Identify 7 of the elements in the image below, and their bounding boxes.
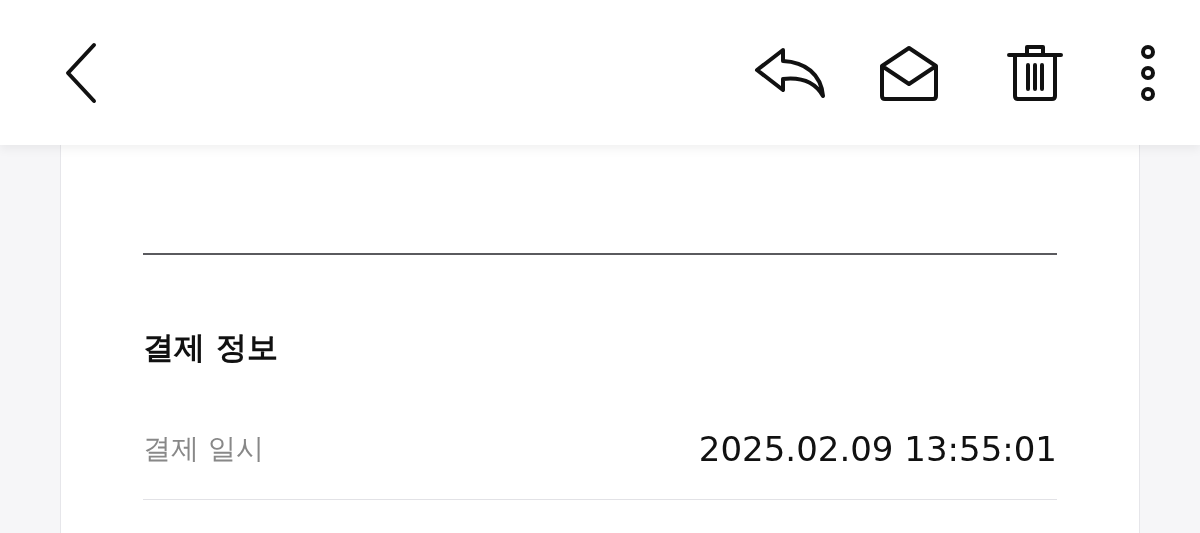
open-envelope-icon	[878, 43, 940, 102]
more-icon	[1138, 43, 1158, 102]
trash-icon	[1006, 42, 1064, 103]
reply-icon	[753, 45, 827, 100]
field-value: 2025.02.09 13:55:01	[698, 429, 1057, 469]
field-label: 결제 일시	[143, 431, 264, 467]
section-title: 결제 정보	[143, 328, 279, 367]
